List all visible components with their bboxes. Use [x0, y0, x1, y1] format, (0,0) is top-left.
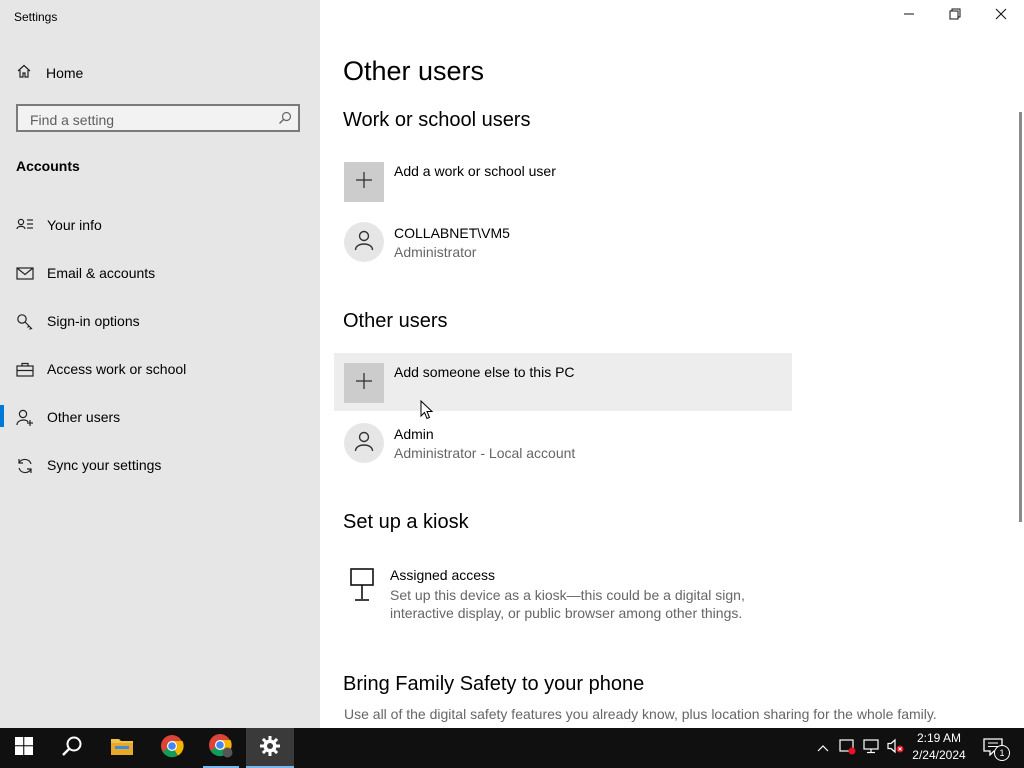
- user-role: Administrator - Local account: [394, 445, 576, 461]
- kiosk-heading: Set up a kiosk: [343, 511, 469, 533]
- tray-app-icon[interactable]: [836, 728, 858, 768]
- sidebar-item-label: Your info: [47, 217, 102, 233]
- kiosk-icon: [350, 568, 374, 607]
- add-someone-else-label: Add someone else to this PC: [394, 364, 575, 380]
- notification-icon: 1: [983, 738, 1010, 761]
- user-entry-admin[interactable]: Admin Administrator - Local account: [334, 415, 792, 473]
- kiosk-description: Set up this device as a kiosk—this could…: [390, 587, 745, 621]
- family-safety-heading: Bring Family Safety to your phone: [343, 673, 645, 695]
- scrollbar[interactable]: [1019, 112, 1022, 522]
- user-name: COLLABNET\VM5: [394, 225, 510, 241]
- close-button[interactable]: [978, 0, 1024, 32]
- home-icon: [16, 63, 32, 84]
- show-hidden-icons-button[interactable]: [814, 728, 832, 768]
- add-work-school-user-label: Add a work or school user: [394, 163, 556, 179]
- other-users-heading: Other users: [343, 310, 448, 332]
- sidebar-item-label: Other users: [47, 409, 121, 425]
- mouse-pointer-icon: [420, 399, 434, 425]
- taskbar-file-explorer[interactable]: [98, 728, 146, 768]
- user-role: Administrator: [394, 244, 477, 260]
- sidebar-item-your-info[interactable]: Your info: [0, 205, 320, 245]
- contact-card-icon: [16, 217, 34, 235]
- taskbar-clock[interactable]: 2:19 AM 2/24/2024: [904, 730, 974, 764]
- user-entry-collabnet[interactable]: COLLABNET\VM5 Administrator: [334, 214, 792, 272]
- sidebar-item-access-work-school[interactable]: Access work or school: [0, 349, 320, 389]
- sidebar-item-email-accounts[interactable]: Email & accounts: [0, 253, 320, 293]
- plus-icon: [355, 171, 373, 194]
- briefcase-icon: [16, 361, 34, 379]
- folder-icon: [110, 736, 134, 761]
- minimize-icon: [903, 7, 915, 25]
- assigned-access-link[interactable]: Assigned access: [390, 567, 495, 583]
- notification-count-badge: 1: [994, 745, 1010, 761]
- mail-icon: [16, 265, 34, 283]
- app-title: Settings: [14, 10, 58, 24]
- sidebar-item-sign-in-options[interactable]: Sign-in options: [0, 301, 320, 341]
- avatar: [344, 423, 384, 463]
- avatar: [344, 222, 384, 262]
- restore-button[interactable]: [932, 0, 978, 32]
- family-safety-description: Use all of the digital safety features y…: [344, 706, 937, 722]
- gear-icon: [259, 735, 281, 762]
- search-icon: [61, 735, 83, 762]
- add-tile: [344, 162, 384, 202]
- home-nav-item[interactable]: Home: [16, 62, 83, 84]
- add-person-icon: [16, 409, 34, 427]
- key-icon: [16, 313, 34, 331]
- add-work-school-user-button[interactable]: Add a work or school user: [334, 152, 792, 210]
- volume-muted-icon: [886, 737, 904, 760]
- minimize-button[interactable]: [886, 0, 932, 32]
- windows-logo-icon: [15, 736, 33, 760]
- work-school-users-heading: Work or school users: [343, 109, 531, 131]
- tray-volume-button[interactable]: [884, 728, 906, 768]
- home-label: Home: [46, 65, 84, 81]
- add-someone-else-button[interactable]: Add someone else to this PC: [334, 353, 792, 411]
- sidebar-item-label: Email & accounts: [47, 265, 156, 281]
- settings-sidebar: Settings Home Accounts Your info Email &…: [0, 0, 320, 728]
- start-button[interactable]: [0, 728, 48, 768]
- sidebar-item-label: Access work or school: [47, 361, 187, 377]
- chrome-icon: [208, 733, 234, 764]
- search-input[interactable]: [28, 110, 272, 130]
- taskbar-chrome-profile[interactable]: [197, 728, 245, 768]
- person-icon: [353, 430, 375, 457]
- chevron-up-icon: [817, 739, 829, 757]
- sidebar-item-sync-settings[interactable]: Sync your settings: [0, 445, 320, 485]
- find-setting-search-box[interactable]: [16, 104, 300, 132]
- sidebar-item-label: Sync your settings: [47, 457, 162, 473]
- clock-time: 2:19 AM: [916, 731, 962, 745]
- accounts-section-label: Accounts: [16, 158, 80, 174]
- plus-icon: [355, 372, 373, 395]
- security-alert-icon: [838, 737, 856, 760]
- taskbar-search-button[interactable]: [48, 728, 96, 768]
- action-center-button[interactable]: 1: [980, 728, 1010, 768]
- taskbar: 2:19 AM 2/24/2024 1: [0, 728, 1024, 768]
- user-name: Admin: [394, 426, 434, 442]
- close-icon: [995, 7, 1007, 25]
- sync-icon: [16, 457, 34, 475]
- clock-date: 2/24/2024: [912, 748, 966, 762]
- search-icon[interactable]: [278, 111, 292, 130]
- chrome-icon: [160, 734, 184, 763]
- network-icon: [862, 737, 880, 760]
- restore-icon: [949, 7, 961, 25]
- page-title: Other users: [343, 56, 485, 86]
- add-tile: [344, 363, 384, 403]
- main-content: Other users Work or school users Add a w…: [320, 0, 1024, 728]
- taskbar-chrome[interactable]: [148, 728, 196, 768]
- taskbar-settings[interactable]: [246, 728, 294, 768]
- person-icon: [353, 229, 375, 256]
- sidebar-item-other-users[interactable]: Other users: [0, 397, 320, 437]
- sidebar-item-label: Sign-in options: [47, 313, 140, 329]
- tray-network-button[interactable]: [860, 728, 882, 768]
